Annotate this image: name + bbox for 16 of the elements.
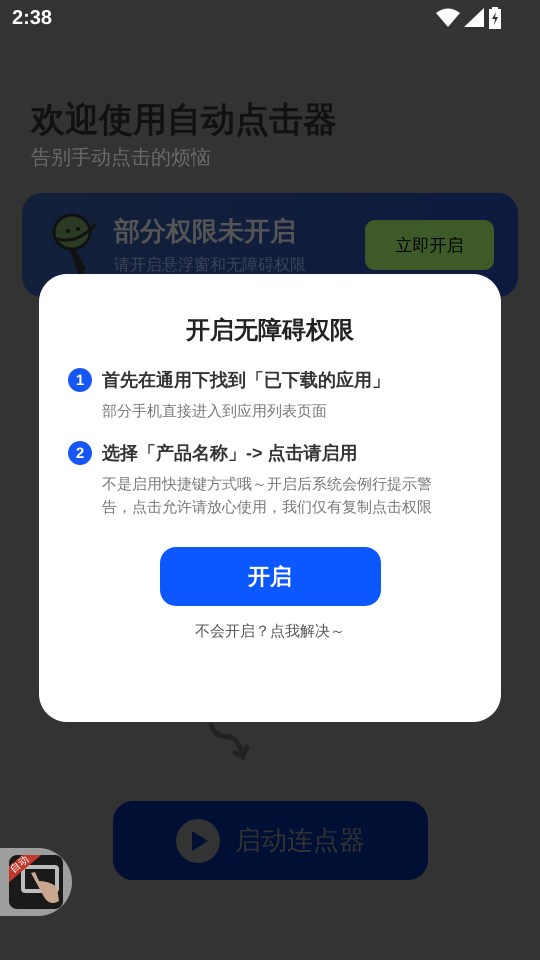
play-icon <box>175 818 221 864</box>
dialog-title: 开启无障碍权限 <box>184 316 355 346</box>
banner-title: 部分权限未开启 <box>114 215 297 248</box>
help-link[interactable]: 不会开启？点我解决～ <box>195 622 345 641</box>
step-title: 首先在通用下找到「已下载的应用」 <box>102 369 390 392</box>
step-number: 2 <box>68 441 92 465</box>
step-description: 不是启用快捷键方式哦～开启后系统会例行提示警告，点击允许请放心使用，我们仅有复制点击权限 <box>102 475 433 518</box>
step-title: 选择「产品名称」-> 点击请启用 <box>102 442 358 465</box>
step-number: 1 <box>68 368 92 392</box>
step-description: 部分手机直接进入到应用列表页面 <box>102 402 328 422</box>
app-shortcut-icon[interactable]: 自动 <box>9 855 63 909</box>
enable-button[interactable]: 开启 <box>160 547 380 606</box>
cellular-signal-icon <box>464 8 484 28</box>
battery-charging-icon <box>488 7 502 29</box>
wifi-icon <box>436 8 460 28</box>
clock-time: 2:38 <box>12 6 52 30</box>
